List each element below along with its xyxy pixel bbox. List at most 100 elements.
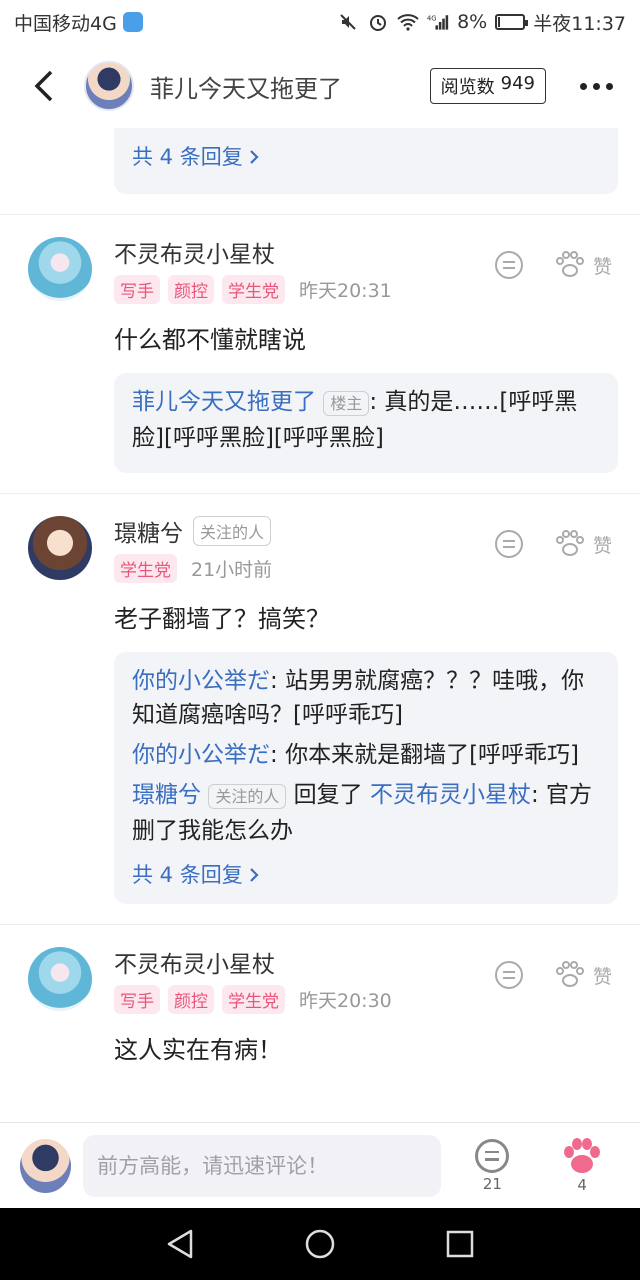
reply-colon: : xyxy=(530,782,547,808)
comment-meta: 写手 颜控 学生党 昨天20:31 xyxy=(114,275,640,304)
chevron-left-icon xyxy=(34,70,53,102)
user-tag: 写手 xyxy=(114,985,160,1014)
reply-line: 菲儿今天又拖更了 楼主: 真的是……[呼呼黑脸][呼呼黑脸][呼呼黑脸] xyxy=(132,385,600,455)
wifi-icon xyxy=(397,11,419,33)
comment-input[interactable] xyxy=(83,1134,441,1197)
reply-box[interactable]: 你的小公举だ: 站男男就腐癌？？？哇哦，你知道腐癌啥吗？[呼呼乖巧] 你的小公举… xyxy=(114,652,618,904)
circle-home-icon xyxy=(305,1229,335,1259)
comment-bar: 21 4 xyxy=(0,1122,640,1208)
chevron-right-icon xyxy=(249,150,259,164)
comment-meta: 写手 颜控 学生党 昨天20:30 xyxy=(114,985,640,1014)
app-notification-icon xyxy=(122,12,143,32)
comment-item: 璟糖兮 关注的人 学生党 21小时前 赞 老子翻墙了？搞笑？ 你的小公举だ: 站… xyxy=(0,494,640,925)
paw-like-icon[interactable] xyxy=(555,530,585,558)
reply-author[interactable]: 菲儿今天又拖更了 xyxy=(132,389,316,415)
reply-author[interactable]: 你的小公举だ xyxy=(132,668,270,694)
reply-action: 回复了 xyxy=(293,782,363,808)
comment-meta: 学生党 21小时前 xyxy=(114,554,640,583)
comments-button[interactable]: 21 xyxy=(455,1138,531,1193)
dot-icon xyxy=(579,82,587,90)
like-label[interactable]: 赞 xyxy=(593,531,612,558)
more-replies-link[interactable]: 共 4 条回复 xyxy=(132,858,259,892)
like-label[interactable]: 赞 xyxy=(593,252,612,279)
like-label[interactable]: 赞 xyxy=(593,962,612,989)
reply-author[interactable]: 璟糖兮 xyxy=(132,782,201,808)
user-tag: 颜控 xyxy=(168,275,214,304)
more-replies-link[interactable]: 共 4 条回复 xyxy=(132,140,259,174)
triangle-back-icon xyxy=(167,1229,193,1259)
follow-tag: 关注的人 xyxy=(193,516,272,546)
reply-author[interactable]: 你的小公举だ xyxy=(132,742,270,768)
reply-target[interactable]: 不灵布灵小星杖 xyxy=(370,782,531,808)
mute-icon xyxy=(337,11,359,33)
commenter-avatar[interactable] xyxy=(28,237,92,301)
reply-icon[interactable] xyxy=(494,530,523,558)
commenter-name[interactable]: 不灵布灵小星杖 xyxy=(114,945,275,979)
comment-list[interactable]: 共 4 条回复 不灵布灵小星杖 写手 颜控 学生党 昨天20:31 赞 什么都不… xyxy=(0,128,640,1122)
nav-home-button[interactable] xyxy=(300,1224,340,1264)
nav-back-button[interactable] xyxy=(160,1224,200,1264)
commenter-avatar[interactable] xyxy=(28,516,92,580)
user-tag: 颜控 xyxy=(168,985,214,1014)
post-title: 菲儿今天又拖更了 xyxy=(150,74,342,103)
status-right: 4G 8% 半夜11:37 xyxy=(337,9,626,36)
user-tag: 学生党 xyxy=(222,985,285,1014)
user-tag: 学生党 xyxy=(114,554,177,583)
reply-icon[interactable] xyxy=(494,251,523,279)
nav-recents-button[interactable] xyxy=(440,1224,480,1264)
views-count: 949 xyxy=(500,73,535,94)
user-tag: 写手 xyxy=(114,275,160,304)
signal-icon: 4G xyxy=(427,11,449,33)
comment-count: 21 xyxy=(482,1174,502,1193)
top-header: 菲儿今天又拖更了 阅览数 949 xyxy=(0,44,640,128)
comment-time: 昨天20:30 xyxy=(299,990,392,1012)
status-left: 中国移动4G xyxy=(14,9,143,36)
paw-like-icon[interactable] xyxy=(555,251,585,279)
square-recents-icon xyxy=(446,1230,474,1258)
reply-colon: : xyxy=(270,742,286,768)
my-avatar[interactable] xyxy=(20,1138,72,1193)
commenter-avatar[interactable] xyxy=(28,947,92,1011)
previous-reply-box: 共 4 条回复 xyxy=(114,128,618,194)
user-tag: 学生党 xyxy=(222,275,285,304)
reply-colon: : xyxy=(369,389,385,415)
paw-icon xyxy=(564,1137,601,1173)
reply-box[interactable]: 菲儿今天又拖更了 楼主: 真的是……[呼呼黑脸][呼呼黑脸][呼呼黑脸] xyxy=(114,373,618,473)
reply-line: 你的小公举だ: 你本来就是翻墙了[呼呼乖巧] xyxy=(132,738,600,772)
battery-percent: 8% xyxy=(457,11,488,33)
back-button[interactable] xyxy=(24,61,64,111)
carrier-label: 中国移动4G xyxy=(14,12,117,35)
commenter-name[interactable]: 璟糖兮 xyxy=(114,514,183,548)
commenter-name[interactable]: 不灵布灵小星杖 xyxy=(114,235,275,269)
comment-item: 不灵布灵小星杖 写手 颜控 学生党 昨天20:30 赞 这人实在有病！ xyxy=(0,925,640,1103)
svg-text:4G: 4G xyxy=(427,14,437,22)
comment-actions: 赞 xyxy=(494,961,612,989)
comment-item: 不灵布灵小星杖 写手 颜控 学生党 昨天20:31 赞 什么都不懂就瞎说 菲儿今… xyxy=(0,215,640,494)
clock: 半夜11:37 xyxy=(533,12,626,35)
comment-time: 昨天20:31 xyxy=(299,280,392,302)
comment-actions: 赞 xyxy=(494,251,612,279)
comment-text: 老子翻墙了？搞笑？ xyxy=(114,605,330,633)
views-label: 阅览数 xyxy=(440,77,495,98)
reply-line: 璟糖兮 关注的人 回复了 不灵布灵小星杖: 官方删了我能怎么办 xyxy=(132,778,600,848)
author-avatar[interactable] xyxy=(84,61,134,111)
reply-text: 你本来就是翻墙了[呼呼乖巧] xyxy=(285,742,580,768)
system-nav-bar xyxy=(0,1208,640,1280)
comment-time: 21小时前 xyxy=(191,559,273,581)
comment-text: 什么都不懂就瞎说 xyxy=(114,326,306,354)
chevron-right-icon xyxy=(249,868,259,882)
follow-tag: 关注的人 xyxy=(208,784,287,809)
reply-line: 你的小公举だ: 站男男就腐癌？？？哇哦，你知道腐癌啥吗？[呼呼乖巧] xyxy=(132,664,600,732)
status-bar: 中国移动4G 4G 8% 半夜11:37 xyxy=(0,0,640,44)
like-count: 4 xyxy=(577,1175,587,1194)
battery-fill xyxy=(498,17,501,27)
dot-icon xyxy=(592,82,600,90)
more-options-button[interactable] xyxy=(576,82,616,90)
reply-icon[interactable] xyxy=(494,961,523,989)
battery-icon xyxy=(495,14,529,30)
paw-like-icon[interactable] xyxy=(555,961,585,989)
comment-actions: 赞 xyxy=(494,530,612,558)
like-button[interactable]: 4 xyxy=(544,1137,620,1194)
views-badge: 阅览数 949 xyxy=(429,68,546,104)
reply-colon: : xyxy=(270,668,286,694)
